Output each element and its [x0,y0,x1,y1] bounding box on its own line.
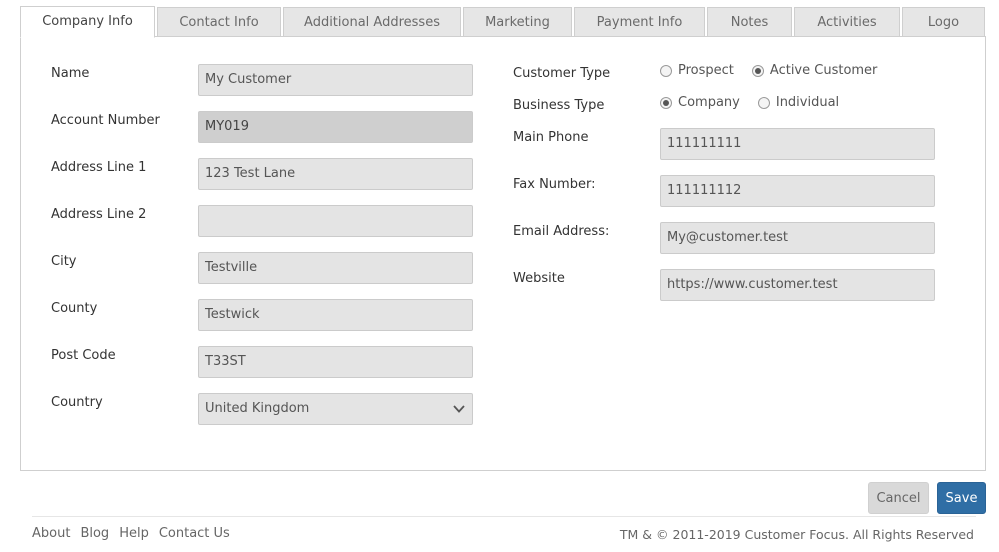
radio-unchecked-icon[interactable] [757,96,770,109]
radio-checked-icon[interactable] [751,64,764,77]
city-field[interactable]: Testville [198,252,473,284]
footer-divider [32,516,976,517]
footer-links: About Blog Help Contact Us [32,526,240,541]
email-address-label: Email Address: [513,224,610,239]
main-phone-field[interactable]: 111111111 [660,128,935,160]
website-label: Website [513,271,565,286]
tab-activities[interactable]: Activities [794,7,900,37]
business-type-individual-label: Individual [775,95,840,110]
email-address-field[interactable]: My@customer.test [660,222,935,254]
customer-type-active-option[interactable]: Active Customer [751,63,878,78]
account-number-label: Account Number [51,113,160,128]
address-line-2-field[interactable] [198,205,473,237]
customer-type-prospect-label: Prospect [678,63,734,78]
address-line-1-label: Address Line 1 [51,160,147,175]
city-label: City [51,254,77,269]
customer-type-radio-group: Prospect Active Customer [660,63,895,78]
tab-notes[interactable]: Notes [707,7,792,37]
tab-additional-addresses[interactable]: Additional Addresses [283,7,461,37]
tab-payment-info[interactable]: Payment Info [574,7,705,37]
post-code-field[interactable]: T33ST [198,346,473,378]
radio-unchecked-icon[interactable] [660,64,672,77]
address-line-2-label: Address Line 2 [51,207,147,222]
footer-link-blog[interactable]: Blog [80,526,109,541]
name-field[interactable]: My Customer [198,64,473,96]
name-label: Name [51,66,90,81]
tab-company-info[interactable]: Company Info [20,6,155,38]
tab-logo[interactable]: Logo [902,7,985,37]
address-line-1-field[interactable]: 123 Test Lane [198,158,473,190]
fax-number-field[interactable]: 111111112 [660,175,935,207]
post-code-label: Post Code [51,348,116,363]
county-label: County [51,301,98,316]
main-phone-label: Main Phone [513,130,589,145]
save-button[interactable]: Save [937,482,986,514]
country-select-value: United Kingdom [205,401,310,416]
customer-type-active-label: Active Customer [769,63,878,78]
footer-link-help[interactable]: Help [119,526,149,541]
customer-type-prospect-option[interactable]: Prospect [660,63,734,78]
tab-contact-info[interactable]: Contact Info [157,7,281,37]
business-type-radio-group: Company Individual [660,95,857,110]
fax-number-label: Fax Number: [513,177,596,192]
cancel-button[interactable]: Cancel [868,482,929,514]
tab-marketing[interactable]: Marketing [463,7,572,37]
account-number-field: MY019 [198,111,473,143]
country-select[interactable]: United Kingdom [198,393,473,425]
customer-type-label: Customer Type [513,66,611,81]
business-type-company-label: Company [678,95,740,110]
website-field[interactable]: https://www.customer.test [660,269,935,301]
tab-bar: Company Info Contact Info Additional Add… [20,6,985,38]
radio-checked-icon[interactable] [660,96,672,109]
business-type-individual-option[interactable]: Individual [757,95,840,110]
county-field[interactable]: Testwick [198,299,473,331]
business-type-company-option[interactable]: Company [660,95,740,110]
chevron-down-icon [453,405,465,413]
country-label: Country [51,395,103,410]
business-type-label: Business Type [513,98,605,113]
footer-link-contact-us[interactable]: Contact Us [159,526,230,541]
footer-link-about[interactable]: About [32,526,70,541]
copyright-text: TM & © 2011-2019 Customer Focus. All Rig… [619,527,974,542]
